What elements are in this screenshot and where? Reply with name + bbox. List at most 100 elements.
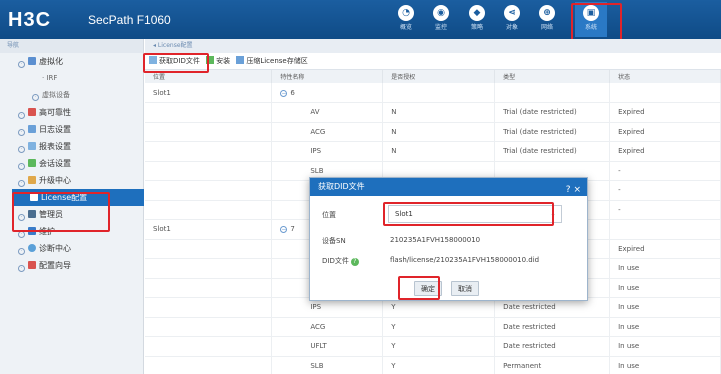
- compress-icon: [236, 56, 245, 64]
- col-feature[interactable]: 特性名称: [271, 70, 384, 83]
- cell-feature: IPS: [271, 141, 384, 162]
- h3c-logo: H3C: [8, 9, 52, 31]
- log-icon: [28, 125, 36, 133]
- cell-authorized: N: [382, 102, 496, 123]
- cell-status: In use: [609, 297, 721, 318]
- system-icon: ▣: [583, 5, 599, 21]
- close-icon[interactable]: ×: [573, 185, 581, 195]
- network-icon: ⊕: [539, 5, 555, 21]
- expand-icon: ·: [18, 146, 25, 153]
- admin-icon: [28, 210, 36, 218]
- table-row[interactable]: ACG Y Date restricted In use: [145, 317, 721, 337]
- table-row[interactable]: UFLT Y Date restricted In use: [145, 336, 721, 357]
- cell-authorized: Y: [382, 336, 496, 357]
- table-row[interactable]: AV N Trial (date restricted) Expired: [145, 102, 721, 123]
- expand-icon: ·: [18, 214, 25, 221]
- expand-icon: ·: [18, 248, 25, 255]
- cell-status: Expired: [609, 102, 721, 123]
- license-icon: [30, 193, 38, 201]
- compress-storage-button[interactable]: 压缩License存储区: [236, 53, 308, 70]
- cell-location: [145, 180, 273, 201]
- breadcrumb: ◂ License配置: [145, 39, 721, 53]
- expand-icon: ·: [18, 265, 25, 272]
- diagnostics-icon: [28, 244, 36, 252]
- cell-type: [494, 83, 611, 103]
- sidebar-item-wizard[interactable]: · 配置向导: [0, 257, 143, 274]
- sidebar-item-virtualization[interactable]: · 虚拟化: [0, 53, 143, 70]
- sidebar-item-report[interactable]: · 报表设置: [0, 138, 143, 155]
- sidebar-item-irf[interactable]: · IRF: [0, 70, 143, 87]
- collapse-icon[interactable]: −: [280, 89, 288, 97]
- nav-system[interactable]: ▣ 系统: [575, 2, 607, 37]
- cancel-button[interactable]: 取消: [451, 281, 479, 296]
- ha-icon: [28, 108, 36, 116]
- location-select[interactable]: Slot1 ⌄: [388, 205, 562, 223]
- nav-dashboard[interactable]: ◔ 概览: [390, 2, 422, 37]
- table-row[interactable]: ACG N Trial (date restricted) Expired: [145, 122, 721, 142]
- install-button[interactable]: 安装: [206, 53, 230, 70]
- help-icon[interactable]: ?: [566, 185, 571, 195]
- sidebar-item-admin[interactable]: · 管理员: [0, 206, 143, 223]
- table-header-row: 位置 特性名称 是否授权 类型 状态: [145, 70, 721, 83]
- sidebar-item-log[interactable]: · 日志设置: [0, 121, 143, 138]
- cell-authorized: Y: [382, 317, 496, 337]
- upgrade-icon: [28, 176, 36, 184]
- expand-icon: ·: [18, 231, 25, 238]
- toolbar: 获取DID文件 安装 压缩License存储区: [145, 53, 721, 70]
- sidebar-item-diagnostics[interactable]: · 诊断中心: [0, 240, 143, 257]
- nav-monitor[interactable]: ◉ 监控: [425, 2, 457, 37]
- monitor-icon: ◉: [433, 5, 449, 21]
- cell-feature: AV: [271, 102, 384, 123]
- sidebar-item-upgrade[interactable]: · 升级中心: [0, 172, 143, 189]
- cell-location: [145, 122, 273, 142]
- cell-authorized: [382, 83, 496, 103]
- virtualization-icon: [28, 57, 36, 65]
- did-label: DID文件: [322, 257, 349, 265]
- cell-location: [145, 161, 273, 181]
- cell-location: [145, 200, 273, 220]
- sidebar-item-maintenance[interactable]: · 维护: [0, 223, 143, 240]
- col-type[interactable]: 类型: [494, 70, 611, 83]
- help-icon[interactable]: ?: [350, 258, 359, 266]
- col-location[interactable]: 位置: [145, 70, 273, 83]
- did-file-icon: [149, 56, 157, 64]
- get-did-button[interactable]: 获取DID文件: [149, 53, 200, 70]
- cell-status: In use: [609, 258, 721, 279]
- col-authorized[interactable]: 是否授权: [382, 70, 496, 83]
- table-row[interactable]: SLB Y Permanent In use: [145, 356, 721, 374]
- cell-status: [609, 83, 721, 103]
- cell-status: Expired: [609, 239, 721, 259]
- chevron-down-icon: ⌄: [550, 210, 556, 218]
- col-status[interactable]: 状态: [609, 70, 721, 83]
- cell-location: [145, 102, 273, 123]
- get-did-dialog: 获取DID文件 ? × 位置 Slot1 ⌄ 设备SN 210235A1FVH1…: [309, 177, 588, 301]
- location-label: 位置: [322, 211, 336, 219]
- table-row[interactable]: Slot1−6: [145, 83, 721, 103]
- cell-type: Date restricted: [494, 336, 611, 357]
- sidebar-item-license[interactable]: License配置: [12, 189, 144, 206]
- ok-button[interactable]: 确定: [414, 281, 442, 296]
- expand-icon: ·: [18, 129, 25, 136]
- dialog-header-icons: ? ×: [566, 181, 581, 199]
- table-row[interactable]: IPS N Trial (date restricted) Expired: [145, 141, 721, 162]
- cell-type: Trial (date restricted): [494, 102, 611, 123]
- cell-location: [145, 258, 273, 279]
- cell-location: [145, 278, 273, 298]
- expand-icon: ·: [18, 61, 25, 68]
- cell-status: In use: [609, 336, 721, 357]
- cell-type: Date restricted: [494, 317, 611, 337]
- cell-location: [145, 141, 273, 162]
- cell-location: [145, 239, 273, 259]
- expand-icon: ·: [18, 112, 25, 119]
- sidebar-item-session[interactable]: · 会话设置: [0, 155, 143, 172]
- cell-authorized: N: [382, 141, 496, 162]
- nav-policy[interactable]: ◆ 策略: [461, 2, 493, 37]
- nav-network[interactable]: ⊕ 网络: [531, 2, 563, 37]
- nav-object[interactable]: ⋖ 对象: [496, 2, 528, 37]
- collapse-icon[interactable]: −: [280, 226, 288, 234]
- top-bar: H3C SecPath F1060 ◔ 概览 ◉ 监控 ◆ 策略 ⋖ 对象 ⊕ …: [0, 0, 721, 39]
- sidebar-item-virtual-device[interactable]: · 虚拟设备: [0, 87, 143, 104]
- cell-status: -: [609, 180, 721, 201]
- cell-status: In use: [609, 278, 721, 298]
- sidebar-item-ha[interactable]: · 高可靠性: [0, 104, 143, 121]
